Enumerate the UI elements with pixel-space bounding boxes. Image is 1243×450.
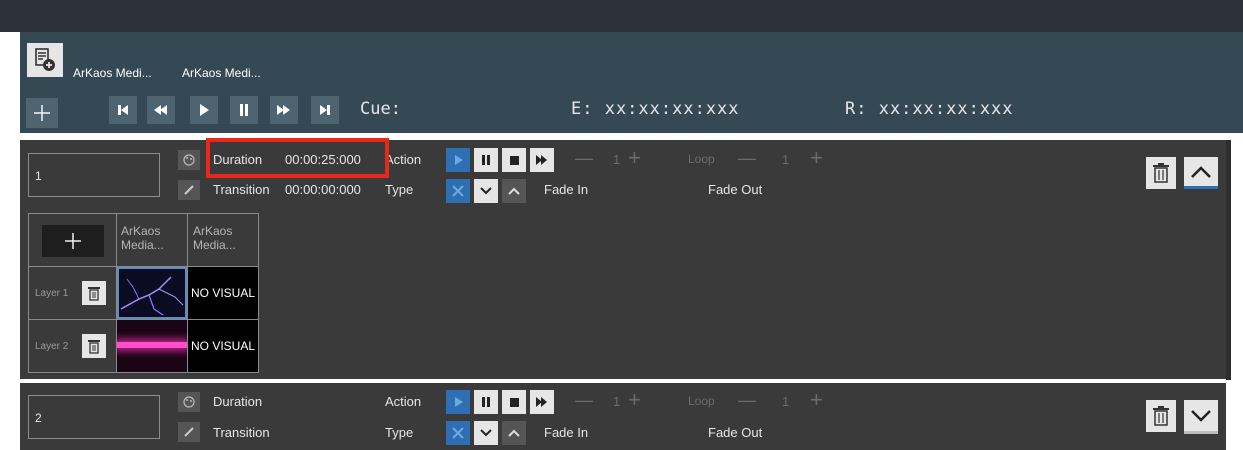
cue-row-2 [20, 383, 1226, 450]
expand-cue-button[interactable] [1184, 400, 1218, 434]
loop-label: Loop [688, 394, 715, 408]
action-next-button[interactable] [530, 148, 554, 172]
action-play-button[interactable] [446, 390, 470, 414]
loop-minus-icon[interactable]: — [738, 390, 756, 411]
layer-2-thumbnail[interactable] [117, 320, 187, 372]
action-stop-button[interactable] [502, 390, 526, 414]
loop-plus-icon[interactable]: + [810, 145, 823, 171]
column-header-1: ArKaos Media... [121, 224, 164, 252]
delete-layer-2-button[interactable] [82, 334, 106, 358]
action-pause-button[interactable] [474, 390, 498, 414]
layer-2-col2-cell[interactable]: NO VISUAL [188, 320, 258, 372]
count-plus-icon[interactable]: + [628, 145, 641, 171]
action-play-button[interactable] [446, 148, 470, 172]
cue-number-field[interactable]: 1 [28, 153, 160, 197]
loop-plus-icon[interactable]: + [810, 387, 823, 413]
pencil-icon[interactable] [178, 422, 200, 442]
count-minus-icon[interactable]: — [575, 148, 593, 169]
loop-minus-icon[interactable]: — [738, 148, 756, 169]
chevron-down-icon[interactable] [474, 421, 498, 445]
palette-icon[interactable] [178, 392, 200, 412]
add-layer-button[interactable] [42, 225, 104, 257]
count-value: 1 [613, 152, 621, 167]
fade-out-label: Fade Out [708, 182, 763, 197]
pause-button[interactable] [230, 96, 258, 124]
action-next-button[interactable] [530, 390, 554, 414]
palette-icon[interactable] [178, 150, 200, 170]
fast-forward-button[interactable] [270, 96, 298, 124]
source-label-2: ArKaos Medi... [182, 66, 261, 80]
fade-in-label: Fade In [544, 182, 589, 197]
count-value: 1 [613, 394, 621, 409]
action-label: Action [385, 394, 422, 409]
type-label: Type [385, 425, 414, 440]
delete-layer-1-button[interactable] [82, 281, 106, 305]
add-cue-button[interactable] [26, 98, 58, 128]
collapse-cue-button[interactable] [1184, 157, 1218, 189]
cue-number: 2 [35, 411, 42, 425]
layer-1-thumbnail[interactable] [117, 267, 187, 319]
rewind-button[interactable] [147, 96, 175, 124]
window-titlebar [0, 0, 1243, 32]
remaining-time: R: xx:xx:xx:xxx [845, 99, 1014, 119]
cue-number: 1 [35, 169, 42, 183]
chevron-down-icon[interactable] [474, 179, 498, 203]
cue-label: Cue: [360, 99, 401, 119]
pencil-icon[interactable] [178, 180, 200, 200]
no-visual-label: NO VISUAL [190, 339, 256, 353]
delete-cue-button[interactable] [1146, 400, 1176, 432]
chevron-up-icon[interactable] [502, 421, 526, 445]
loop-label: Loop [688, 152, 715, 166]
transition-value[interactable]: 00:00:00:000 [285, 182, 361, 197]
skip-first-button[interactable] [109, 96, 137, 124]
action-label: Action [385, 152, 422, 167]
fade-in-label: Fade In [544, 425, 589, 440]
count-plus-icon[interactable]: + [628, 387, 641, 413]
highlight-box [206, 138, 389, 178]
type-label: Type [385, 182, 414, 197]
layer-2-label: Layer 2 [35, 341, 69, 352]
skip-last-button[interactable] [311, 96, 339, 124]
layer-1-col2-cell[interactable]: NO VISUAL [188, 267, 258, 319]
cue-number-field[interactable]: 2 [28, 395, 160, 439]
duration-label: Duration [213, 394, 263, 409]
loop-count: 1 [782, 394, 790, 409]
play-button[interactable] [190, 96, 218, 124]
action-stop-button[interactable] [502, 148, 526, 172]
fade-out-label: Fade Out [708, 425, 763, 440]
no-visual-label: NO VISUAL [190, 286, 256, 300]
count-minus-icon[interactable]: — [575, 390, 593, 411]
elapsed-time: E: xx:xx:xx:xxx [571, 99, 740, 119]
transition-label: Transition [213, 425, 270, 440]
add-media-icon[interactable] [27, 43, 63, 77]
layer-1-label: Layer 1 [35, 288, 69, 299]
type-cut-button[interactable] [446, 421, 470, 445]
scrollbar[interactable] [1226, 140, 1231, 380]
transition-label: Transition [213, 182, 270, 197]
type-cut-button[interactable] [446, 179, 470, 203]
loop-count: 1 [782, 152, 790, 167]
action-pause-button[interactable] [474, 148, 498, 172]
chevron-up-icon[interactable] [502, 179, 526, 203]
column-header-2: ArKaos Media... [193, 224, 236, 252]
source-label-1: ArKaos Medi... [73, 66, 152, 80]
delete-cue-button[interactable] [1146, 157, 1176, 189]
